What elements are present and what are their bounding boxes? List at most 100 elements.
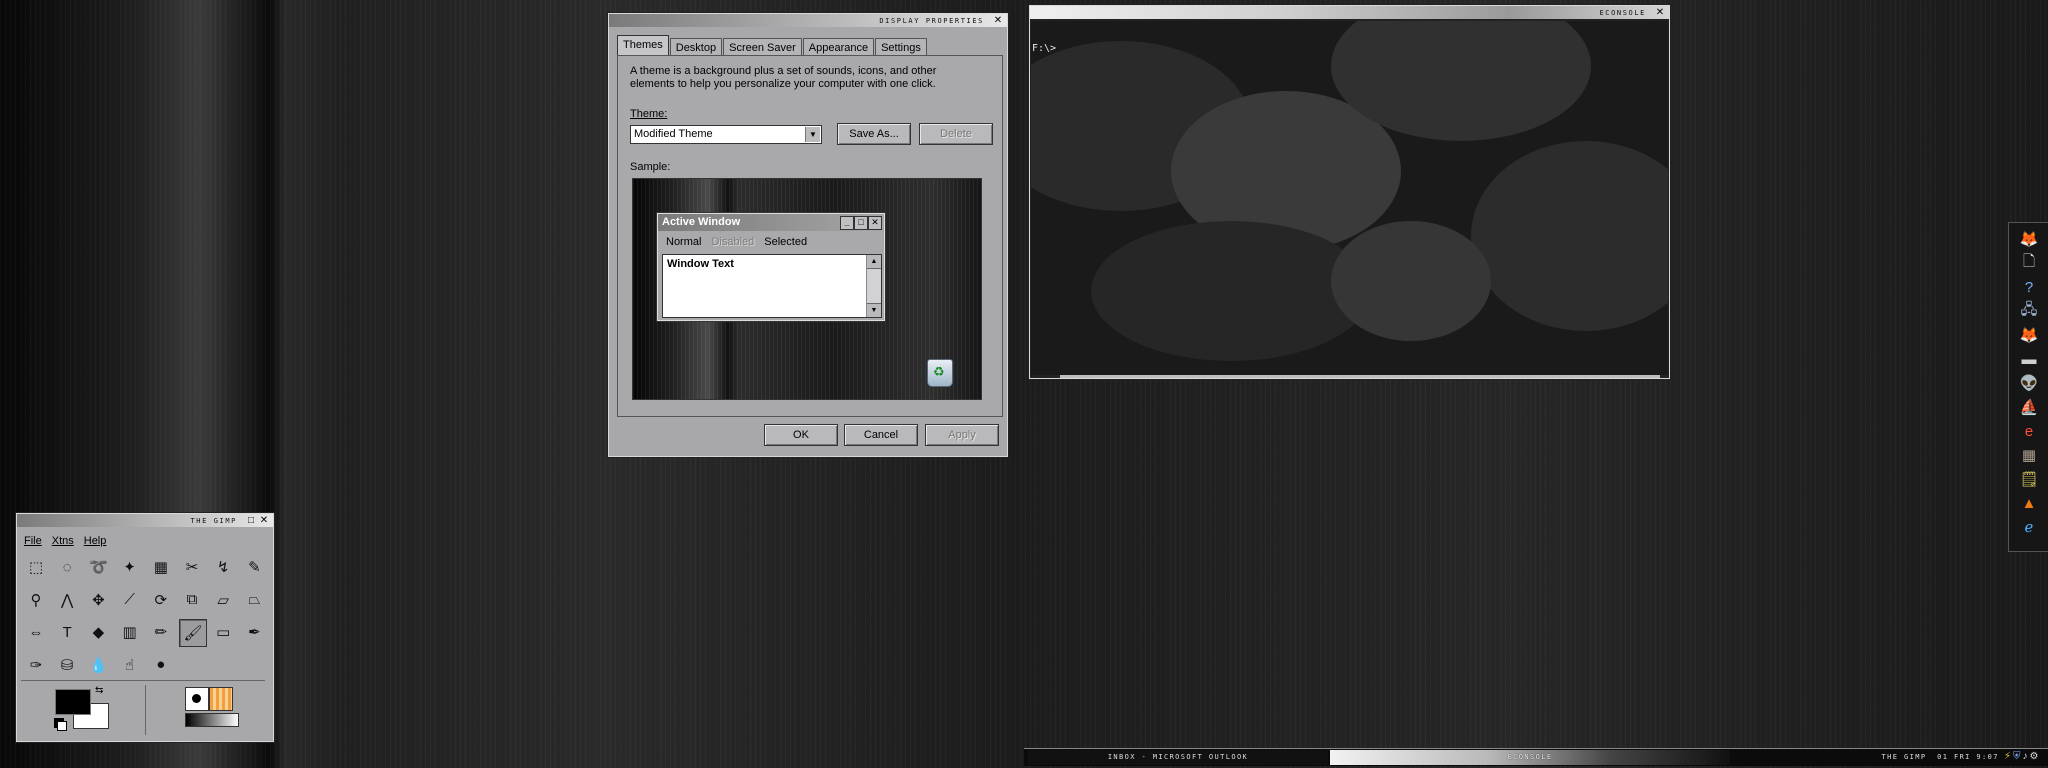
- menu-xtns[interactable]: Xtns: [52, 535, 74, 547]
- clock: 01 FRI 9:07: [1937, 753, 1999, 761]
- task-gimp[interactable]: THE GIMP: [1874, 750, 1934, 765]
- internet-explorer-icon[interactable]: ℯ: [2018, 517, 2040, 537]
- console-prompt: F:\>: [1032, 43, 1057, 54]
- rotate-tool-icon[interactable]: ⟳: [148, 587, 174, 613]
- recycle-bin-icon: ♻: [927, 359, 953, 387]
- maximize-icon[interactable]: □: [246, 515, 256, 526]
- move-tool-icon[interactable]: ✥: [85, 587, 111, 613]
- color-select-tool-icon[interactable]: ▦: [148, 554, 174, 580]
- paths-tool-icon[interactable]: ↯: [210, 554, 236, 580]
- ok-label: OK: [793, 429, 809, 441]
- console-scrollbar[interactable]: [1060, 375, 1660, 378]
- help-icon[interactable]: ?: [2018, 277, 2040, 297]
- rect-select-tool-icon[interactable]: ⬚: [23, 554, 49, 580]
- text-tool-icon[interactable]: T: [54, 619, 80, 645]
- ok-button[interactable]: OK: [764, 424, 838, 446]
- vlc-icon[interactable]: ▲: [2018, 493, 2040, 513]
- default-colors-icon[interactable]: [57, 721, 67, 731]
- gimp-titlebar[interactable]: THE GIMP □ ✕: [17, 514, 273, 527]
- calculator-icon[interactable]: ▦: [2018, 445, 2040, 465]
- pencil-tool-icon[interactable]: ✏: [148, 619, 174, 645]
- tray-shield-icon[interactable]: ⛨: [2013, 751, 2021, 762]
- crop-tool-icon[interactable]: ⟋: [117, 587, 143, 613]
- free-select-tool-icon[interactable]: ➰: [85, 554, 111, 580]
- cancel-button[interactable]: Cancel: [844, 424, 918, 446]
- close-icon[interactable]: ✕: [993, 15, 1003, 26]
- tab-themes[interactable]: Themes: [617, 35, 669, 57]
- sample-menu: Normal Disabled Selected: [666, 236, 807, 248]
- sample-window-title-text: Active Window: [662, 216, 741, 228]
- notes-icon[interactable]: 🗒: [2018, 469, 2040, 489]
- airbrush-tool-icon[interactable]: ✒: [241, 619, 267, 645]
- gimp-menubar: File Xtns Help: [19, 532, 271, 550]
- sample-window-title: Active Window _ □ ✕: [658, 214, 884, 231]
- ink-tool-icon[interactable]: ✑: [23, 652, 49, 678]
- scroll-up-icon: ▲: [867, 255, 881, 269]
- chevron-down-icon[interactable]: ▼: [805, 127, 820, 142]
- dodge-burn-tool-icon[interactable]: ●: [148, 652, 174, 678]
- save-as-label: Save As...: [849, 128, 899, 140]
- maximize-icon: □: [854, 216, 868, 230]
- measure-tool-icon[interactable]: ⋀: [54, 587, 80, 613]
- tray-gear-icon[interactable]: ⚙: [2030, 751, 2039, 762]
- theme-select-value: Modified Theme: [634, 128, 713, 140]
- fuzzy-select-tool-icon[interactable]: ✦: [117, 554, 143, 580]
- delete-label: Delete: [940, 128, 972, 140]
- pattern-indicator[interactable]: [209, 687, 233, 711]
- network-icon[interactable]: 🖧: [2018, 301, 2040, 321]
- documents-icon[interactable]: 🗋: [2018, 253, 2040, 273]
- task-outlook[interactable]: INBOX - MICROSOFT OUTLOOK: [1028, 750, 1328, 765]
- gimp-title: THE GIMP: [190, 516, 237, 525]
- tray-volume-icon[interactable]: ♪: [2023, 751, 2028, 762]
- bucket-fill-tool-icon[interactable]: ◆: [85, 619, 111, 645]
- color-picker-tool-icon[interactable]: ✎: [241, 554, 267, 580]
- blend-tool-icon[interactable]: ▥: [117, 619, 143, 645]
- firefox-icon[interactable]: 🦊: [2018, 229, 2040, 249]
- sample-menu-selected: Selected: [764, 236, 808, 248]
- sample-window-text: Window Text: [667, 258, 734, 270]
- firefox-alt-icon[interactable]: 🦊: [2018, 325, 2040, 345]
- alien-icon[interactable]: 👽: [2018, 373, 2040, 393]
- menu-file[interactable]: File: [24, 535, 42, 547]
- display-properties-window: DISPLAY PROPERTIES ✕ Themes Desktop Scre…: [608, 13, 1008, 457]
- foreground-color-swatch[interactable]: [55, 689, 91, 715]
- sample-scrollbar: ▲ ▼: [866, 255, 881, 317]
- scroll-down-icon: ▼: [867, 303, 881, 317]
- scissors-tool-icon[interactable]: ✂: [179, 554, 205, 580]
- close-icon[interactable]: ✕: [259, 515, 269, 526]
- themes-panel: A theme is a background plus a set of so…: [617, 55, 1003, 417]
- econsole-titlebar[interactable]: ECONSOLE ✕: [1030, 6, 1669, 19]
- tray-network-icon[interactable]: ⚡: [2004, 751, 2011, 762]
- sample-menu-normal: Normal: [666, 236, 702, 248]
- apply-button[interactable]: Apply: [925, 424, 999, 446]
- brush-indicator[interactable]: [185, 687, 209, 711]
- display-properties-titlebar[interactable]: DISPLAY PROPERTIES ✕: [609, 14, 1007, 27]
- scale-tool-icon[interactable]: ⧉: [179, 587, 205, 613]
- clone-tool-icon[interactable]: ⛁: [54, 652, 80, 678]
- close-icon: ✕: [868, 216, 882, 230]
- e-browser-icon[interactable]: e: [2018, 421, 2040, 441]
- drive-icon[interactable]: ▬: [2018, 349, 2040, 369]
- theme-sample-preview: Active Window _ □ ✕ Normal Disabled Sele…: [632, 178, 982, 400]
- recycle-arrows-icon: ♻: [933, 364, 945, 379]
- console-area[interactable]: F:\>: [1031, 21, 1668, 375]
- gradient-indicator[interactable]: [185, 713, 239, 727]
- gimp-color-area: ⇆: [21, 680, 265, 741]
- menu-help[interactable]: Help: [84, 535, 107, 547]
- save-as-button[interactable]: Save As...: [837, 123, 911, 145]
- theme-select[interactable]: Modified Theme ▼: [630, 125, 822, 144]
- flip-tool-icon[interactable]: ⇔: [23, 619, 49, 645]
- zoom-tool-icon[interactable]: ⚲: [23, 587, 49, 613]
- convolve-tool-icon[interactable]: 💧: [85, 652, 111, 678]
- swap-colors-icon[interactable]: ⇆: [95, 685, 103, 696]
- task-econsole[interactable]: ECONSOLE: [1330, 750, 1730, 765]
- shear-tool-icon[interactable]: ▱: [210, 587, 236, 613]
- paintbrush-tool-icon[interactable]: 🖌: [179, 619, 207, 647]
- ellipse-select-tool-icon[interactable]: ◌: [54, 554, 80, 580]
- close-icon[interactable]: ✕: [1655, 7, 1665, 18]
- perspective-tool-icon[interactable]: ⏢: [241, 587, 267, 613]
- delete-button[interactable]: Delete: [919, 123, 993, 145]
- smudge-tool-icon[interactable]: ☝: [117, 652, 143, 678]
- ship-icon[interactable]: ⛵: [2018, 397, 2040, 417]
- eraser-tool-icon[interactable]: ▭: [210, 619, 236, 645]
